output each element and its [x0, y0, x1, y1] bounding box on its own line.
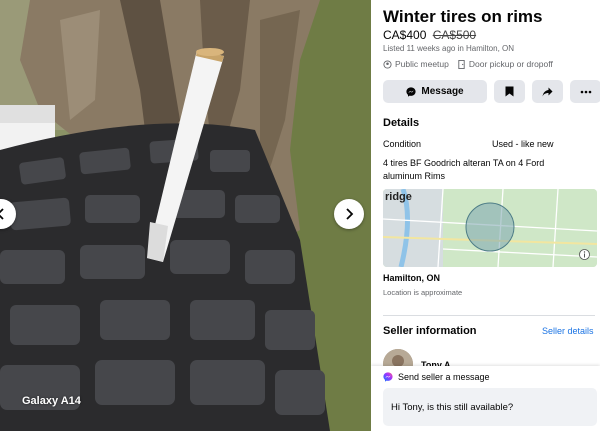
condition-label: Condition — [383, 139, 422, 149]
price-row: CA$400 CA$500 — [383, 28, 476, 42]
listing-description: 4 tires BF Goodrich alteran TA on 4 Ford… — [383, 158, 545, 181]
share-button[interactable] — [532, 80, 563, 103]
message-input[interactable] — [383, 388, 597, 426]
map-place-label: ridge — [385, 191, 412, 203]
info-icon[interactable] — [579, 249, 590, 260]
bookmark-icon — [505, 86, 514, 97]
message-button-label: Message — [421, 86, 464, 97]
message-button[interactable]: Message — [383, 80, 487, 103]
seller-details-link[interactable]: Seller details — [542, 326, 594, 336]
meetup-label: Public meetup — [395, 59, 449, 69]
details-heading: Details — [383, 117, 420, 129]
pickup-option: Door pickup or dropoff — [457, 59, 553, 69]
listed-info: Listed 11 weeks ago in Hamilton, ON — [383, 44, 515, 53]
photo-scene — [0, 0, 371, 431]
send-message-label: Send seller a message — [383, 372, 490, 382]
listing-photo[interactable]: Galaxy A14 — [0, 0, 371, 431]
save-button[interactable] — [494, 80, 525, 103]
message-composer: Send seller a message — [371, 366, 600, 431]
seller-heading: Seller information — [383, 325, 477, 337]
meetup-option: Public meetup — [383, 59, 449, 69]
listing-title: Winter tires on rims — [383, 7, 543, 26]
condition-value: Used - like new — [492, 139, 554, 149]
share-icon — [542, 87, 553, 96]
chevron-right-icon — [346, 208, 354, 220]
next-photo-button[interactable] — [334, 199, 364, 229]
camera-watermark: Galaxy A14 — [22, 395, 81, 407]
location-note: Location is approximate — [383, 288, 463, 297]
more-icon — [580, 90, 591, 93]
chevron-left-icon — [0, 208, 4, 220]
listing-price: CA$400 — [383, 28, 427, 42]
messenger-icon — [383, 372, 393, 382]
pickup-label: Door pickup or dropoff — [468, 59, 553, 69]
messenger-icon — [406, 86, 416, 97]
action-bar: Message — [383, 80, 600, 103]
location-map[interactable]: ridge — [383, 189, 597, 267]
original-price: CA$500 — [432, 28, 477, 42]
more-options-button[interactable] — [570, 80, 600, 103]
door-icon — [458, 59, 465, 69]
meetup-icon — [383, 59, 392, 69]
section-divider — [383, 315, 595, 316]
send-message-text: Send seller a message — [398, 372, 490, 382]
location-name: Hamilton, ON — [383, 273, 441, 283]
delivery-options: Public meetup Door pickup or dropoff — [383, 59, 553, 69]
listing-details-panel: Winter tires on rims CA$400 CA$500 Liste… — [371, 0, 600, 431]
map-graphic — [383, 189, 597, 267]
